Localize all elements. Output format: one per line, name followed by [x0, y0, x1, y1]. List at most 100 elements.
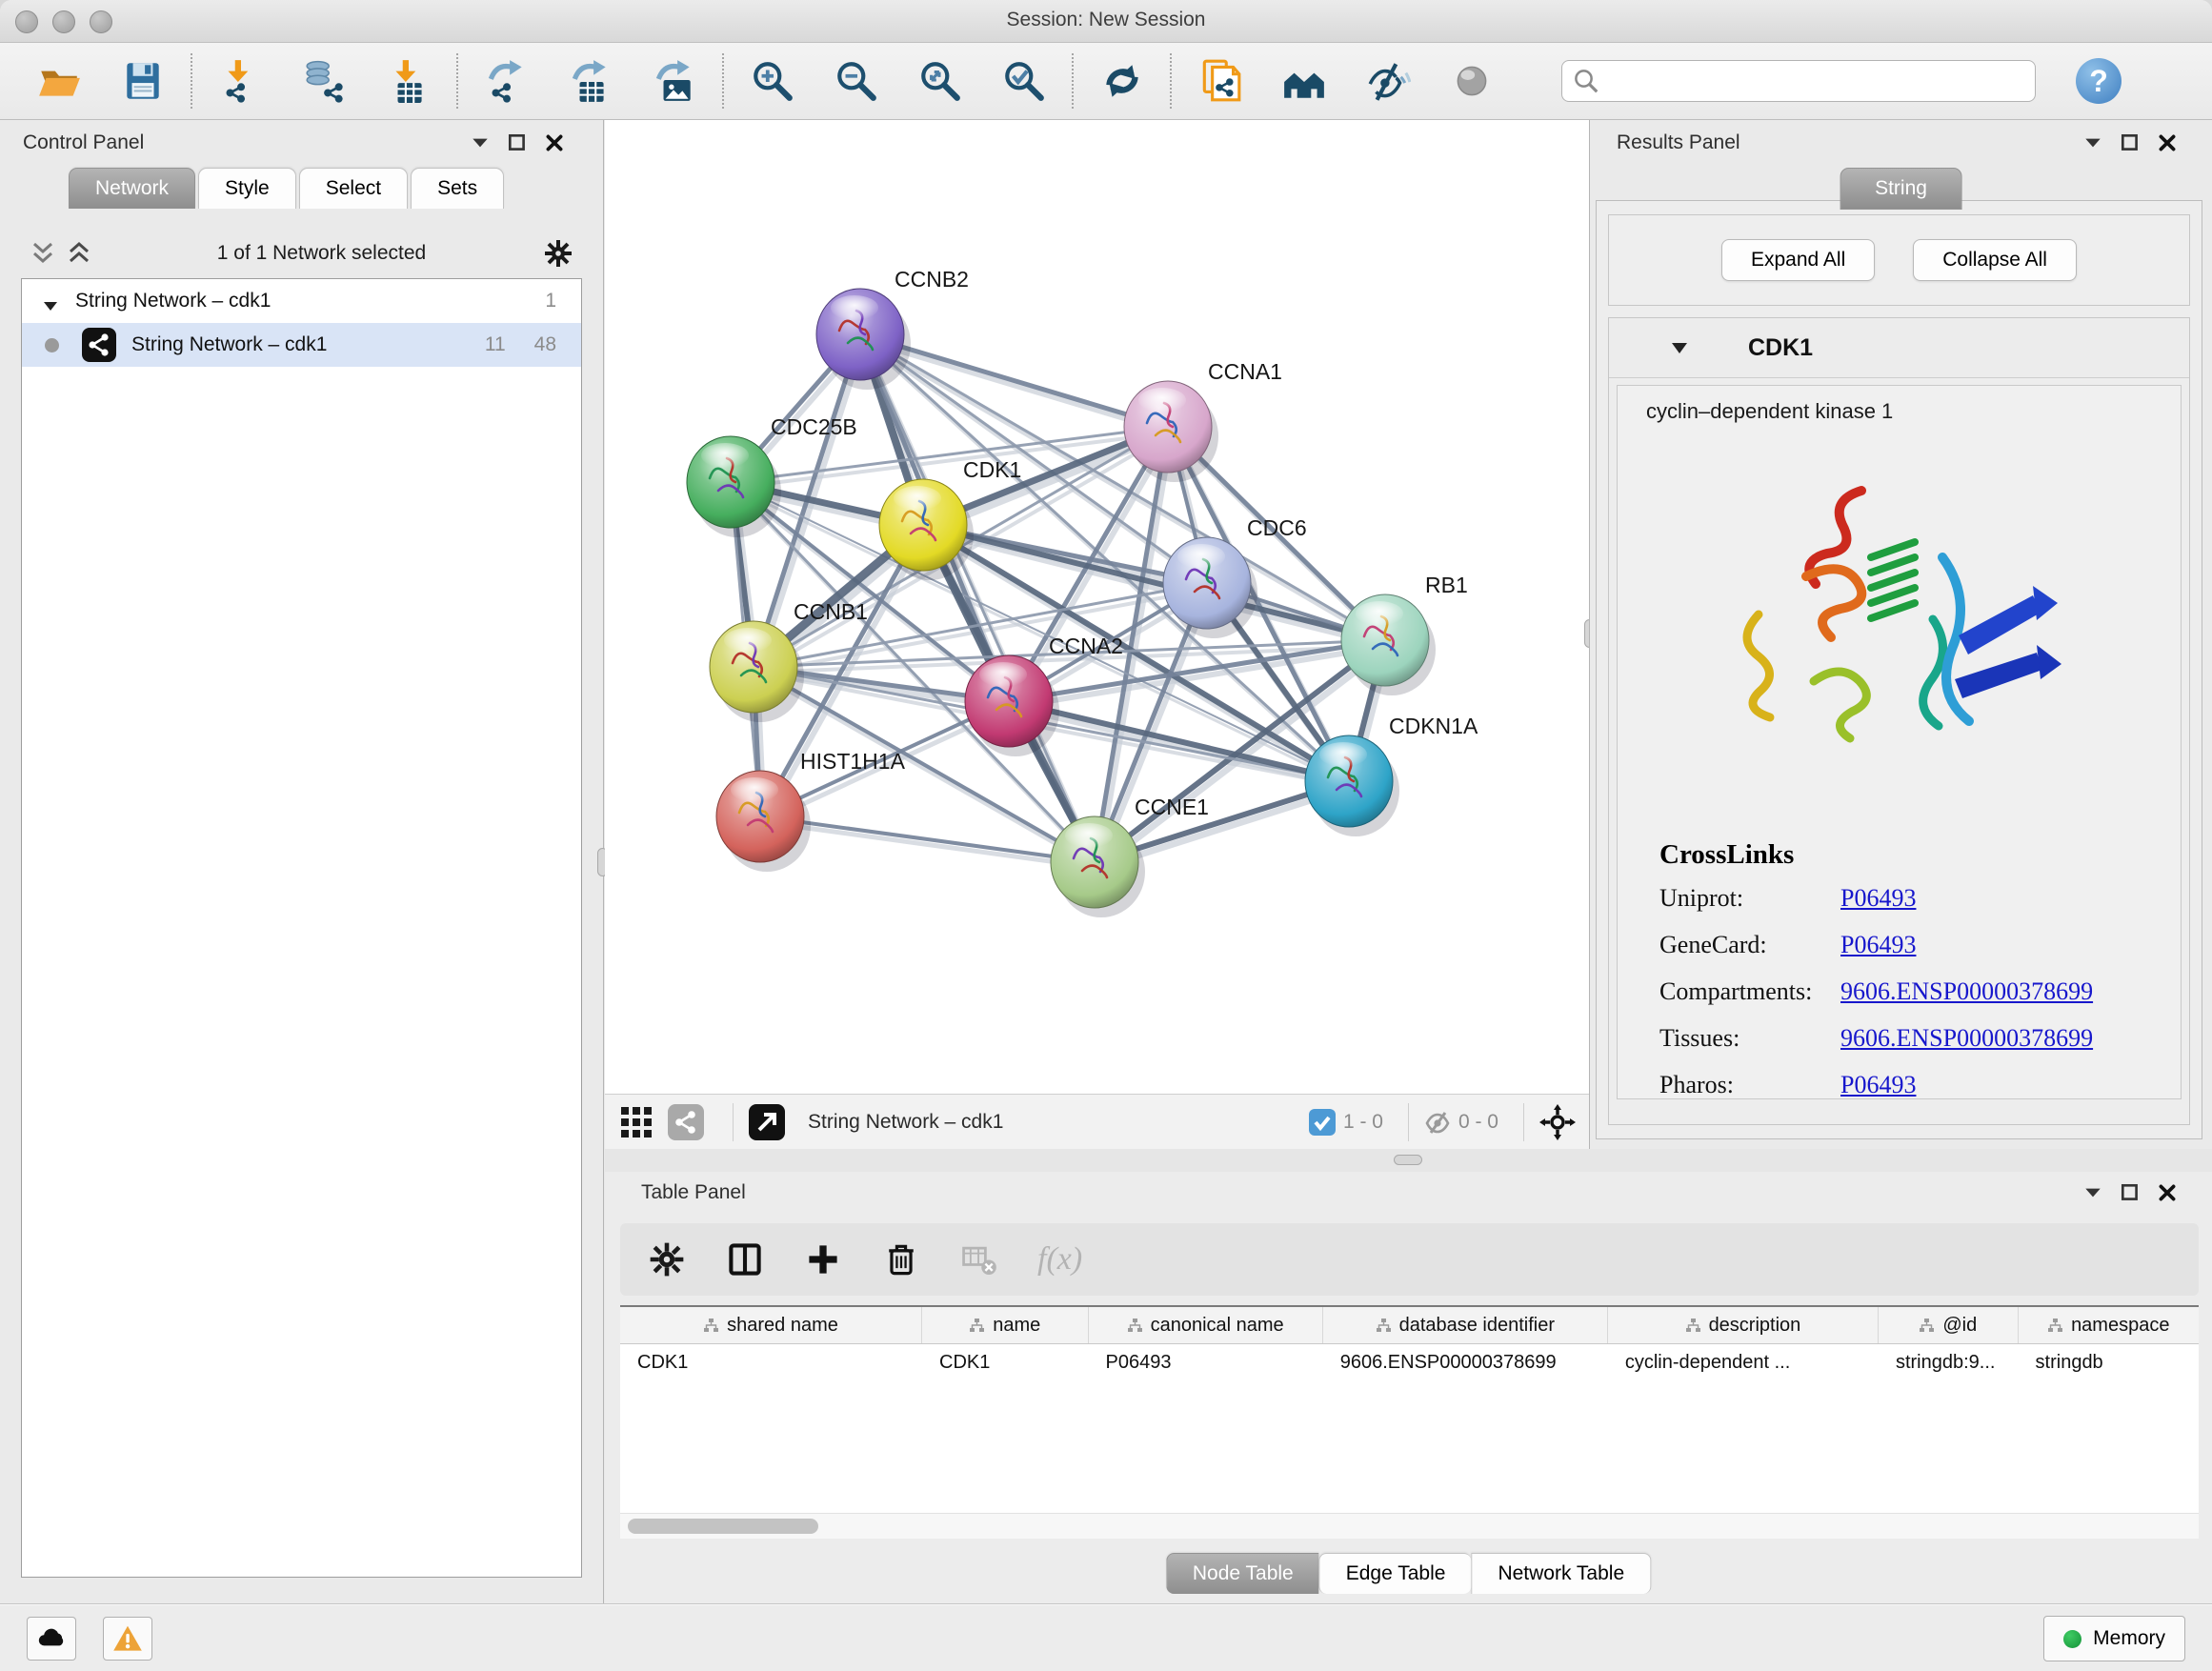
node-label-RB1: RB1	[1425, 573, 1468, 597]
node-table: shared namenamecanonical namedatabase id…	[620, 1305, 2199, 1513]
tab-select[interactable]: Select	[299, 168, 408, 209]
selected-checkbox-icon[interactable]	[1309, 1109, 1336, 1136]
node-label-CCNA1: CCNA1	[1208, 359, 1282, 384]
cloud-status-button[interactable]	[27, 1617, 76, 1661]
table-row[interactable]: CDK1CDK1P064939606.ENSP00000378699cyclin…	[620, 1344, 2199, 1380]
export-image-icon[interactable]	[652, 58, 697, 104]
network-collection-row[interactable]: String Network – cdk1 1	[22, 279, 581, 323]
float-panel-icon[interactable]	[2120, 132, 2141, 153]
collapse-all-button[interactable]: Collapse All	[1913, 239, 2077, 281]
string-view-icon[interactable]	[668, 1104, 704, 1140]
delete-column-icon[interactable]	[881, 1239, 921, 1279]
help-button[interactable]: ?	[2076, 58, 2122, 104]
node-CDKN1A[interactable]	[1305, 735, 1399, 836]
zoom-fit-icon[interactable]	[917, 58, 963, 104]
crosslink-row: Pharos:P06493	[1659, 1071, 2181, 1099]
column-header-namespace[interactable]: namespace	[2019, 1307, 2199, 1343]
column-header-canonical-name[interactable]: canonical name	[1089, 1307, 1323, 1343]
close-panel-icon[interactable]	[2157, 1182, 2178, 1203]
add-column-icon[interactable]	[803, 1239, 843, 1279]
column-header-shared-name[interactable]: shared name	[620, 1307, 922, 1343]
gray-eye-icon[interactable]	[1449, 58, 1495, 104]
tab-node-table[interactable]: Node Table	[1166, 1553, 1319, 1594]
results-panel: Results Panel String Expand All Collapse…	[1589, 120, 2212, 1149]
toolbar-separator	[456, 53, 459, 109]
hide-eye-icon[interactable]	[1365, 58, 1411, 104]
node-RB1[interactable]	[1341, 594, 1436, 695]
column-header-database-identifier[interactable]: database identifier	[1323, 1307, 1608, 1343]
search-field[interactable]	[1561, 60, 2036, 102]
table-horizontal-scrollbar[interactable]	[620, 1513, 2199, 1539]
tab-network[interactable]: Network	[69, 168, 195, 209]
hidden-eye-icon[interactable]	[1424, 1109, 1451, 1136]
tab-style[interactable]: Style	[198, 168, 296, 209]
toolbar-separator	[722, 53, 725, 109]
table-settings-gear-icon[interactable]	[647, 1239, 687, 1279]
column-header-@id[interactable]: @id	[1879, 1307, 2019, 1343]
table-cell: CDK1	[620, 1344, 922, 1380]
float-panel-icon[interactable]	[507, 132, 528, 153]
horizontal-splitter-handle[interactable]	[1394, 1155, 1422, 1165]
search-input[interactable]	[1600, 70, 2035, 93]
import-database-icon[interactable]	[302, 58, 348, 104]
table-cell: cyclin-dependent ...	[1608, 1344, 1879, 1380]
results-panel-title: Results Panel	[1617, 131, 1740, 154]
warnings-button[interactable]	[103, 1617, 152, 1661]
zoom-in-icon[interactable]	[750, 58, 795, 104]
close-panel-icon[interactable]	[544, 132, 565, 153]
table-cell: P06493	[1089, 1344, 1323, 1380]
home-networks-icon[interactable]	[1281, 58, 1327, 104]
zoom-out-icon[interactable]	[834, 58, 879, 104]
node-label-CCNB1: CCNB1	[794, 599, 868, 624]
open-folder-icon[interactable]	[36, 58, 82, 104]
node-HIST1H1A[interactable]	[716, 771, 811, 872]
scrollbar-thumb[interactable]	[628, 1519, 818, 1534]
tab-edge-table[interactable]: Edge Table	[1319, 1553, 1472, 1594]
crosslink-value-link[interactable]: P06493	[1840, 884, 1916, 913]
collapse-all-networks-icon[interactable]	[29, 241, 57, 266]
panel-menu-icon[interactable]	[470, 132, 491, 153]
network-options-gear-icon[interactable]	[542, 237, 574, 270]
float-panel-icon[interactable]	[2120, 1182, 2141, 1203]
expand-all-button[interactable]: Expand All	[1721, 239, 1875, 281]
expand-all-networks-icon[interactable]	[65, 241, 93, 266]
gene-section-header[interactable]: CDK1	[1609, 318, 2189, 378]
crosslink-row: Tissues:9606.ENSP00000378699	[1659, 1024, 2181, 1053]
export-network-icon[interactable]	[484, 58, 530, 104]
crosslink-value-link[interactable]: P06493	[1840, 931, 1916, 959]
collapse-section-icon[interactable]	[1670, 341, 1689, 355]
tree-expander-icon[interactable]	[43, 295, 58, 308]
refresh-network-icon[interactable]	[1099, 58, 1145, 104]
column-header-name[interactable]: name	[922, 1307, 1088, 1343]
close-panel-icon[interactable]	[2157, 132, 2178, 153]
edge-CCNB2-CCNE1[interactable]	[860, 334, 1095, 862]
node-label-CCNB2: CCNB2	[895, 267, 969, 292]
network-label: String Network – cdk1	[131, 333, 327, 356]
tab-string[interactable]: String	[1840, 168, 1962, 210]
show-columns-icon[interactable]	[725, 1239, 765, 1279]
crosslink-value-link[interactable]: 9606.ENSP00000378699	[1840, 1024, 2093, 1053]
panel-menu-icon[interactable]	[2082, 1182, 2103, 1203]
grid-view-icon[interactable]	[618, 1104, 654, 1140]
node-CCNA1[interactable]	[1124, 381, 1218, 482]
zoom-selected-icon[interactable]	[1001, 58, 1047, 104]
crosslink-value-link[interactable]: 9606.ENSP00000378699	[1840, 977, 2093, 1006]
main-toolbar: ?	[0, 43, 2212, 120]
tab-network-table[interactable]: Network Table	[1471, 1553, 1651, 1594]
clipboard-network-icon[interactable]	[1197, 58, 1243, 104]
network-view-canvas[interactable]: CCNB2CCNA1CDC25BCDK1CDC6RB1CCNB1CCNA2CDK…	[605, 120, 1589, 1094]
gene-section: CDK1 cyclin–dependent kinase 1	[1608, 317, 2190, 1125]
crosslink-value-link[interactable]: P06493	[1840, 1071, 1916, 1099]
save-session-icon[interactable]	[120, 58, 166, 104]
fit-selected-crosshair-icon[interactable]	[1539, 1104, 1576, 1140]
control-panel-tabs: NetworkStyleSelectSets	[69, 168, 507, 209]
import-network-icon[interactable]	[218, 58, 264, 104]
export-table-icon[interactable]	[568, 58, 613, 104]
column-header-description[interactable]: description	[1608, 1307, 1879, 1343]
network-row[interactable]: String Network – cdk1 11 48	[22, 323, 581, 367]
memory-button[interactable]: Memory	[2043, 1616, 2185, 1661]
import-table-icon[interactable]	[386, 58, 432, 104]
tab-sets[interactable]: Sets	[411, 168, 504, 209]
panel-menu-icon[interactable]	[2082, 132, 2103, 153]
birdseye-view-icon[interactable]	[749, 1104, 785, 1140]
